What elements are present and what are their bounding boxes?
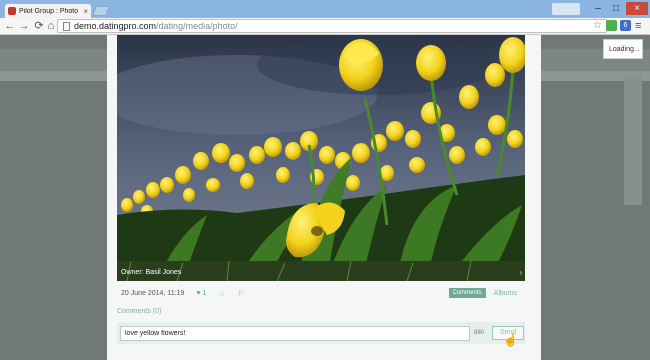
photo-owner: Owner: Basil Jones (121, 269, 181, 276)
browser-toolbar: ← → ⟳ ⌂ demo.datingpro.com /dating/media… (0, 18, 650, 35)
extension-green-icon[interactable] (606, 20, 617, 31)
forward-icon[interactable]: → (18, 19, 30, 33)
back-icon[interactable]: ← (4, 19, 16, 33)
char-counter: 980 (474, 330, 485, 336)
close-window-button[interactable]: × (626, 2, 648, 15)
tab-albums[interactable]: Albums (494, 290, 517, 297)
like-button[interactable]: ♥ 1 (196, 290, 206, 297)
user-profile-button[interactable] (552, 3, 580, 15)
tab-close-icon[interactable]: × (83, 7, 88, 16)
page-icon (63, 21, 70, 31)
favicon-icon (8, 7, 16, 15)
tulips-photo (117, 35, 525, 281)
tab-strip: Pilot Group : Photo galler × – □ × (0, 0, 650, 18)
url-host: demo.datingpro.com (74, 21, 157, 31)
tab-title: Pilot Group : Photo galler (19, 7, 80, 15)
comment-flag-icon[interactable]: ⚐ (238, 289, 245, 298)
reload-icon[interactable]: ⟳ (33, 19, 45, 33)
like-count: 1 (202, 289, 207, 297)
mouse-cursor-icon: ☝ (503, 333, 518, 347)
address-bar[interactable]: demo.datingpro.com /dating/media/photo/ … (57, 19, 607, 33)
photo-lightbox: Owner: Basil Jones › 20 June 2014, 11:19… (107, 35, 541, 360)
extension-blue-icon[interactable]: 6 (620, 20, 631, 31)
heart-icon: ♥ (196, 289, 201, 297)
bookmark-star-icon[interactable]: ☆ (593, 20, 602, 31)
photo-date: 20 June 2014, 11:19 (121, 289, 185, 297)
browser-menu-icon[interactable]: ≡ (635, 20, 641, 32)
favorite-star-icon[interactable]: ☆ (218, 289, 225, 298)
browser-tab[interactable]: Pilot Group : Photo galler × (4, 3, 92, 18)
photo-info-bar: 20 June 2014, 11:19 ♥ 1 ☆ ⚐ Comments Alb… (117, 285, 525, 301)
home-icon[interactable]: ⌂ (45, 19, 57, 33)
owner-name[interactable]: Basil Jones (146, 269, 182, 276)
comment-input[interactable] (120, 325, 470, 341)
site-side-panel (624, 75, 642, 205)
tab-comments[interactable]: Comments (448, 288, 486, 298)
owner-label: Owner: (121, 269, 144, 276)
new-tab-button[interactable] (92, 6, 110, 16)
loading-indicator: Loading... (603, 39, 643, 59)
comments-heading: Comments (0) (117, 308, 162, 315)
url-path: /dating/media/photo/ (156, 21, 238, 31)
maximize-button[interactable]: □ (608, 2, 624, 15)
minimize-button[interactable]: – (590, 2, 606, 15)
photo-image[interactable]: Owner: Basil Jones › (117, 35, 525, 281)
comment-form: 980 Send (117, 322, 525, 344)
next-photo-icon[interactable]: › (519, 268, 522, 277)
